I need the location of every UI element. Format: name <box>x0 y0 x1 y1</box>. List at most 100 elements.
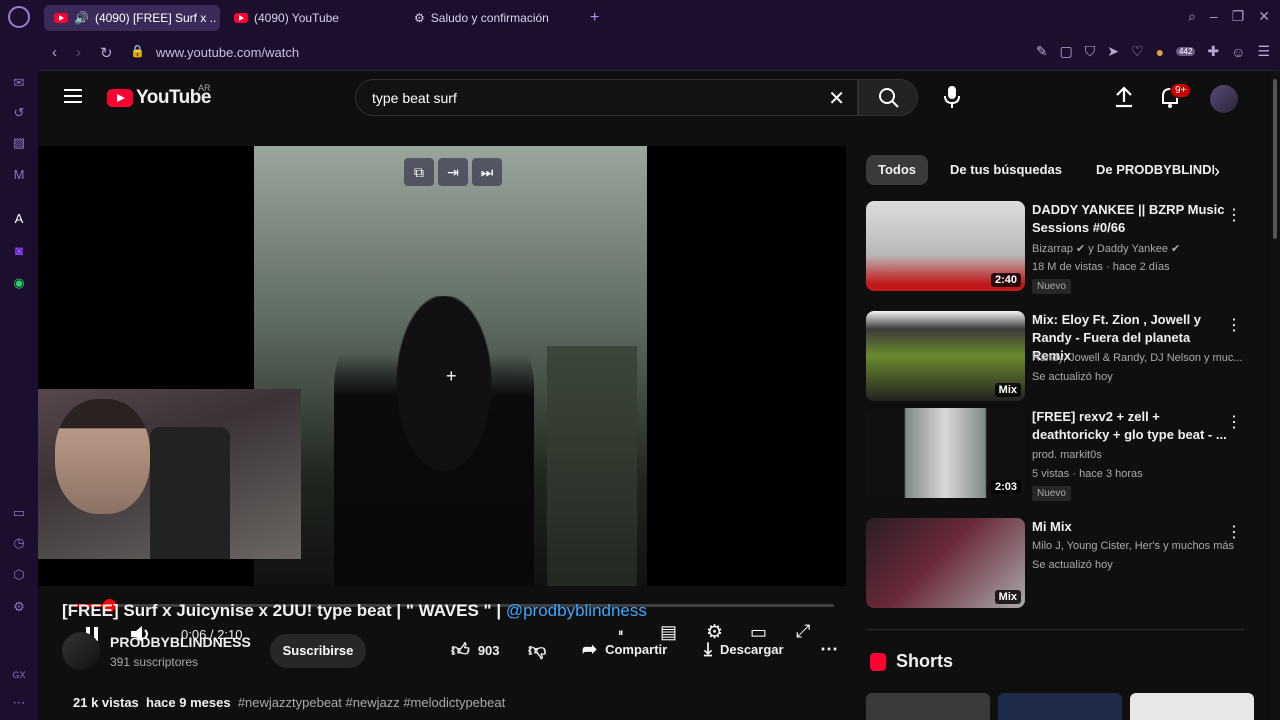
video-player[interactable]: + ⧉ ⇥ ⏭ 0:06 / 2:10 ⏸ ▤ ⚙ ▭ ⤢ <box>38 146 846 643</box>
clear-search-icon[interactable]: ✕ <box>828 86 845 111</box>
search-tabs-icon[interactable]: ⌕ <box>1188 8 1196 25</box>
browser-logo-icon[interactable] <box>8 6 30 28</box>
hamburger-menu-icon[interactable] <box>64 89 82 103</box>
speaker-icon: 🔊 <box>74 11 89 25</box>
menu-icon[interactable]: ☰ <box>1257 43 1270 60</box>
minimize-icon[interactable]: – <box>1210 8 1218 25</box>
related-channel[interactable]: Randy, Jowell & Randy, DJ Nelson y muc..… <box>1032 352 1244 364</box>
sidebar-clock-icon[interactable]: ◷ <box>11 535 27 551</box>
sidebar-mail-icon[interactable]: ✉ <box>11 75 27 91</box>
channel-name[interactable]: PRODBYBLINDNESS <box>110 634 251 650</box>
short-thumbnail[interactable] <box>866 693 990 720</box>
sidebar-whatsapp-icon[interactable]: ◉ <box>11 275 27 291</box>
download-button[interactable]: ⤓ Descargar <box>704 639 784 660</box>
video-thumbnail[interactable]: Mix <box>866 518 1025 608</box>
page-scrollbar[interactable] <box>1270 71 1280 720</box>
related-video[interactable]: Mix Mi Mix Milo J, Young Cister, Her's y… <box>866 518 1244 610</box>
pin-icon[interactable]: ✎ <box>1036 43 1048 60</box>
video-thumbnail[interactable]: 2:03 <box>866 408 1025 498</box>
new-badge: Nuevo <box>1032 279 1071 294</box>
video-thumbnail[interactable]: Mix <box>866 311 1025 401</box>
related-video[interactable]: 2:03 [FREE] rexv2 + zell + deathtoricky … <box>866 408 1244 501</box>
sidebar-settings-icon[interactable]: ⚙ <box>11 599 27 615</box>
sidebar-history-icon[interactable]: ↺ <box>11 105 27 121</box>
send-icon[interactable]: ➤ <box>1107 43 1119 60</box>
hashtags[interactable]: #newjazztypebeat #newjazz #melodictypebe… <box>238 695 505 710</box>
related-video[interactable]: 2:40 DADDY YANKEE || BZRP Music Sessions… <box>866 201 1244 294</box>
chevron-right-icon[interactable]: › <box>1214 161 1220 182</box>
related-title[interactable]: [FREE] rexv2 + zell + deathtoricky + glo… <box>1032 408 1232 444</box>
related-channel[interactable]: prod. markit0s <box>1032 449 1244 461</box>
related-title[interactable]: DADDY YANKEE || BZRP Music Sessions #0/6… <box>1032 201 1232 237</box>
back-icon[interactable]: ‹ <box>52 44 57 61</box>
youtube-logo[interactable]: YouTube <box>107 87 211 109</box>
related-video[interactable]: Mix Mix: Eloy Ft. Zion , Jowell y Randy … <box>866 311 1244 403</box>
scrollbar-thumb[interactable] <box>1273 79 1277 239</box>
tab-youtube[interactable]: (4090) YouTube <box>224 5 394 31</box>
more-vertical-icon[interactable]: ⋮ <box>1226 522 1242 542</box>
reload-icon[interactable]: ↻ <box>100 44 113 62</box>
chip-busquedas[interactable]: De tus búsquedas <box>938 155 1074 185</box>
subscriber-count: 391 suscriptores <box>110 655 199 669</box>
subscribe-button[interactable]: Suscribirse <box>270 634 366 668</box>
chip-channel[interactable]: De PRODBYBLINDN <box>1084 155 1214 185</box>
miniplayer-buttons: ⧉ ⇥ ⏭ <box>404 158 502 186</box>
shield-icon[interactable]: ⛉ <box>1085 43 1096 60</box>
more-actions-button[interactable]: ⋯ <box>820 639 838 660</box>
channel-avatar[interactable] <box>62 632 100 670</box>
skip-icon[interactable]: ⏭ <box>472 158 502 186</box>
puzzle-icon[interactable]: ✚ <box>1207 43 1219 60</box>
short-thumbnail[interactable] <box>998 693 1122 720</box>
shorts-shelf <box>866 693 1254 720</box>
heart-icon[interactable]: ♡ <box>1131 43 1144 60</box>
search-button[interactable] <box>858 79 918 116</box>
short-thumbnail[interactable] <box>1130 693 1254 720</box>
sidebar-more-icon[interactable]: ⋯ <box>11 695 27 711</box>
video-thumbnail[interactable]: 2:40 <box>866 201 1025 291</box>
tab-saludo[interactable]: ⚙ Saludo y confirmación <box>404 5 574 31</box>
related-channel[interactable]: Bizarrap ✔ y Daddy Yankee ✔ <box>1032 242 1244 255</box>
more-vertical-icon[interactable]: ⋮ <box>1226 205 1242 225</box>
video-description-header[interactable]: 21 k vistas hace 9 meses #newjazztypebea… <box>73 695 505 710</box>
extension-avatar-icon[interactable]: ● <box>1156 44 1164 60</box>
voice-search-button[interactable] <box>934 79 971 116</box>
upload-icon[interactable] <box>1112 85 1136 109</box>
sidebar-bank-icon[interactable]: ▭ <box>11 505 27 521</box>
region-code: AR <box>198 83 211 93</box>
tab-active-video[interactable]: 🔊 (4090) [FREE] Surf x .. <box>44 5 220 31</box>
screenshot-icon[interactable]: ▢ <box>1060 43 1073 60</box>
lock-icon[interactable]: 🔒 <box>130 44 145 58</box>
new-tab-button[interactable]: + <box>580 5 610 31</box>
sidebar-m-icon[interactable]: M <box>11 167 27 183</box>
more-vertical-icon[interactable]: ⋮ <box>1226 412 1242 432</box>
profile-icon[interactable]: ☺ <box>1231 44 1245 60</box>
sidebar-twitch-icon[interactable]: ◙ <box>11 243 27 259</box>
more-vertical-icon[interactable]: ⋮ <box>1226 315 1242 335</box>
forward-icon[interactable]: › <box>76 44 81 61</box>
chip-todos[interactable]: Todos <box>866 155 929 185</box>
extension-badge[interactable]: 442 <box>1176 47 1196 56</box>
share-button[interactable]: ➦ Compartir <box>582 639 667 660</box>
fullscreen-icon[interactable]: ⤢ <box>796 621 810 642</box>
like-button[interactable]: 👍︎ 903 <box>451 639 500 661</box>
related-channel[interactable]: Milo J, Young Cister, Her's y muchos más <box>1032 540 1244 552</box>
sidebar-notes-icon[interactable]: ▨ <box>11 135 27 151</box>
video-building <box>547 346 637 586</box>
download-label: Descargar <box>719 642 784 657</box>
video-title-text: [FREE] Surf x Juicynise x 2UU! type beat… <box>62 601 502 620</box>
sidebar-cube-icon[interactable]: ⬡ <box>11 567 27 583</box>
popout-icon[interactable]: ⧉ <box>404 158 434 186</box>
maximize-icon[interactable]: ❐ <box>1232 8 1245 25</box>
close-icon[interactable]: ✕ <box>1258 8 1270 25</box>
sidebar-gx-icon[interactable]: GX <box>11 667 27 683</box>
related-title[interactable]: Mi Mix <box>1032 518 1232 536</box>
related-meta: 5 vistas · hace 3 horas <box>1032 468 1143 480</box>
search-input[interactable]: type beat surf ✕ <box>355 79 858 116</box>
sidebar-a-icon[interactable]: A <box>11 211 27 227</box>
dislike-button[interactable]: 👎︎ <box>528 639 546 661</box>
url-field[interactable]: www.youtube.com/watch <box>156 45 299 60</box>
account-avatar[interactable] <box>1210 85 1238 113</box>
channel-mention-link[interactable]: @prodbyblindness <box>506 601 647 620</box>
enter-icon[interactable]: ⇥ <box>438 158 468 186</box>
gaming-chair <box>150 427 230 559</box>
